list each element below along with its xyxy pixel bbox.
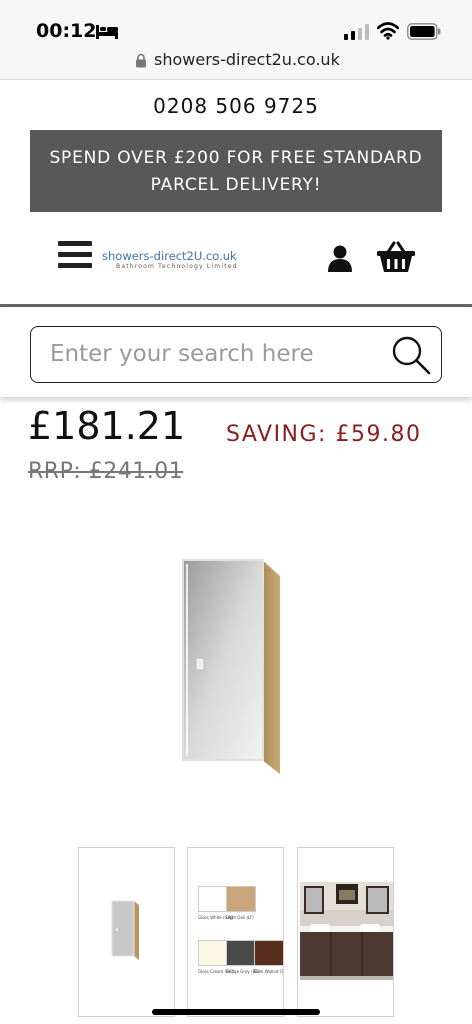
phone-number-link[interactable]: 0208 506 9725 — [0, 94, 472, 118]
home-indicator — [152, 1009, 320, 1015]
colour-swatch-label: Light Oak (LT) — [226, 915, 254, 920]
battery-icon — [407, 23, 441, 40]
wifi-icon — [377, 22, 399, 40]
rrp-price: RRP: £241.01 — [28, 459, 184, 484]
site-logo[interactable]: showers-direct2U.co.uk Bathroom Technolo… — [102, 249, 242, 273]
account-icon[interactable] — [326, 244, 354, 272]
colour-swatch — [226, 940, 256, 966]
status-bar: 00:12 — [0, 0, 472, 48]
thumbnail-product-image — [111, 900, 139, 960]
promo-line-1: SPEND OVER £200 FOR FREE STANDARD — [49, 148, 423, 168]
colour-swatch-label: Dark Walnut (DW) — [254, 969, 283, 974]
search-panel: Enter your search here — [0, 307, 472, 397]
address-bar[interactable]: showers-direct2u.co.uk — [0, 48, 472, 80]
colour-swatch — [198, 886, 228, 912]
room-scene-image — [300, 882, 393, 980]
product-price: £181.21 — [28, 404, 186, 448]
thumbnail-room-scene[interactable] — [297, 847, 394, 1017]
colour-swatch — [226, 886, 256, 912]
product-image[interactable] — [180, 558, 284, 780]
colour-swatch — [254, 940, 283, 966]
promo-line-2: PARCEL DELIVERY! — [150, 175, 322, 195]
colour-swatch — [198, 940, 228, 966]
lock-icon — [136, 53, 146, 68]
basket-icon[interactable] — [376, 241, 416, 273]
hamburger-menu-icon[interactable] — [58, 240, 92, 270]
search-placeholder: Enter your search here — [50, 341, 314, 367]
search-input[interactable]: Enter your search here — [30, 326, 442, 383]
bed-icon — [96, 25, 118, 39]
logo-sub-text: Bathroom Technology Limited — [116, 263, 238, 270]
signal-icon — [344, 24, 369, 40]
saving-amount: SAVING: £59.80 — [226, 422, 422, 447]
logo-main-text: showers-direct2U.co.uk — [102, 249, 237, 263]
status-time: 00:12 — [36, 20, 97, 42]
url-text: showers-direct2u.co.uk — [154, 50, 340, 69]
promo-banner[interactable]: SPEND OVER £200 FOR FREE STANDARD PARCEL… — [30, 130, 442, 212]
thumbnail-product[interactable] — [78, 847, 175, 1017]
search-icon[interactable] — [391, 335, 431, 375]
thumbnail-colour-options[interactable]: Gloss White (GW) Light Oak (LT) Gloss Crea… — [187, 847, 284, 1017]
